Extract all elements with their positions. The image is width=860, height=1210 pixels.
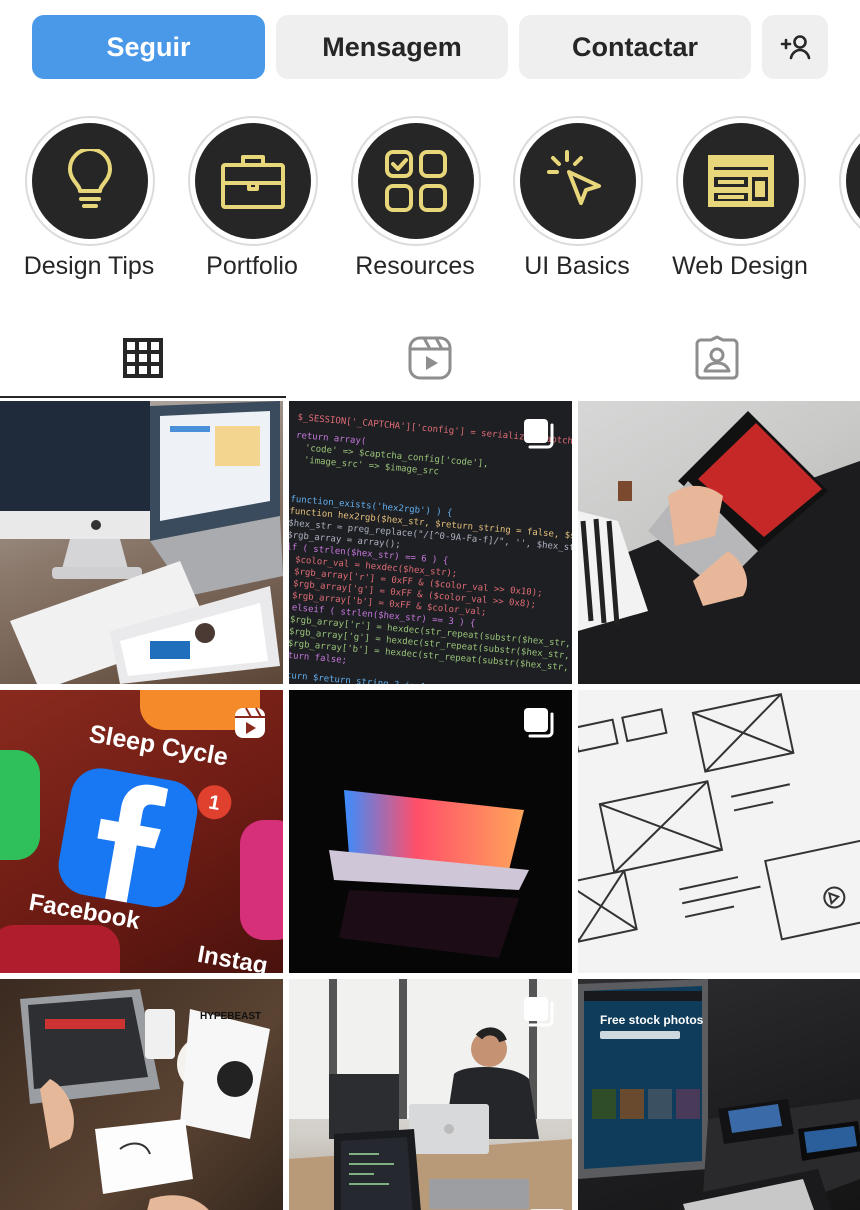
highlight-ring [351, 116, 481, 246]
highlight-ring [839, 116, 860, 246]
tab-reels[interactable] [287, 320, 574, 396]
highlight-cover [683, 123, 799, 239]
post-thumbnail[interactable]: 1 Sleep Cycle Facebook Instag [0, 690, 283, 973]
profile-tabs [0, 320, 860, 398]
screen-heading: Free stock photos [600, 1013, 704, 1027]
suggested-accounts-button[interactable] [762, 15, 828, 79]
highlight-resources[interactable]: Resources [340, 116, 490, 286]
highlight-cover [358, 123, 474, 239]
highlight-label: Portfolio [206, 252, 298, 280]
highlight-ui-basics[interactable]: UI Basics [502, 116, 652, 286]
tab-tagged[interactable] [573, 320, 860, 396]
highlight-cover [520, 123, 636, 239]
layout-icon [708, 155, 774, 207]
post-thumbnail[interactable] [289, 690, 572, 973]
post-thumbnail[interactable]: Free stock photos [578, 979, 860, 1210]
message-button[interactable]: Mensagem [276, 15, 508, 79]
post-thumbnail[interactable] [0, 401, 283, 684]
app-label-instagram: Instag [195, 941, 269, 973]
post-thumbnail[interactable] [578, 401, 860, 684]
highlight-more[interactable] [828, 116, 860, 286]
grid-icon [123, 338, 164, 378]
highlight-label: Web Design [672, 252, 808, 280]
tab-posts[interactable] [0, 320, 287, 396]
highlight-cover [846, 123, 860, 239]
follow-button[interactable]: Seguir [32, 15, 265, 79]
profile-actions: Seguir Mensagem Contactar [32, 15, 828, 79]
reels-icon [235, 707, 265, 738]
post-image-devices [0, 401, 283, 684]
contact-button[interactable]: Contactar [519, 15, 751, 79]
svg-text:return $return_string ? implod: return $return_string ? implode($separat… [289, 670, 535, 684]
post-image-desk-topview: HYPEBEAST [20, 989, 270, 1210]
post-image-wireframes [578, 692, 860, 943]
post-thumbnail[interactable]: $_SESSION['_CAPTCHA']['config'] = serial… [289, 401, 572, 684]
highlight-cover [195, 123, 311, 239]
highlight-label: UI Basics [524, 252, 630, 280]
posts-grid: $_SESSION['_CAPTCHA']['config'] = serial… [0, 401, 860, 1210]
post-image-laptop-lap [578, 411, 860, 684]
active-tab-indicator [0, 396, 286, 398]
post-thumbnail[interactable] [578, 690, 860, 973]
apps-grid-icon [385, 150, 447, 212]
carousel-icon [524, 708, 554, 738]
add-person-icon [780, 35, 811, 60]
highlight-portfolio[interactable]: Portfolio [177, 116, 327, 286]
post-thumbnail[interactable] [289, 979, 572, 1210]
lightbulb-icon [68, 149, 112, 208]
post-image-stock-photos: Free stock photos [578, 979, 860, 1210]
highlight-design-tips[interactable]: Design Tips [14, 116, 164, 286]
briefcase-icon [221, 155, 285, 209]
post-thumbnail[interactable]: HYPEBEAST [0, 979, 283, 1210]
cursor-click-icon [547, 150, 601, 205]
highlight-ring [513, 116, 643, 246]
story-highlights: Design Tips Portfolio Resources UI Basic… [0, 116, 860, 296]
carousel-icon [524, 419, 554, 449]
highlight-cover [32, 123, 148, 239]
reels-icon [408, 336, 452, 380]
highlight-web-design[interactable]: Web Design [665, 116, 815, 286]
carousel-icon [524, 997, 554, 1027]
magazine-title: HYPEBEAST [200, 1011, 261, 1022]
highlight-ring [188, 116, 318, 246]
highlight-ring [25, 116, 155, 246]
tagged-person-icon [695, 335, 739, 380]
highlight-ring [676, 116, 806, 246]
